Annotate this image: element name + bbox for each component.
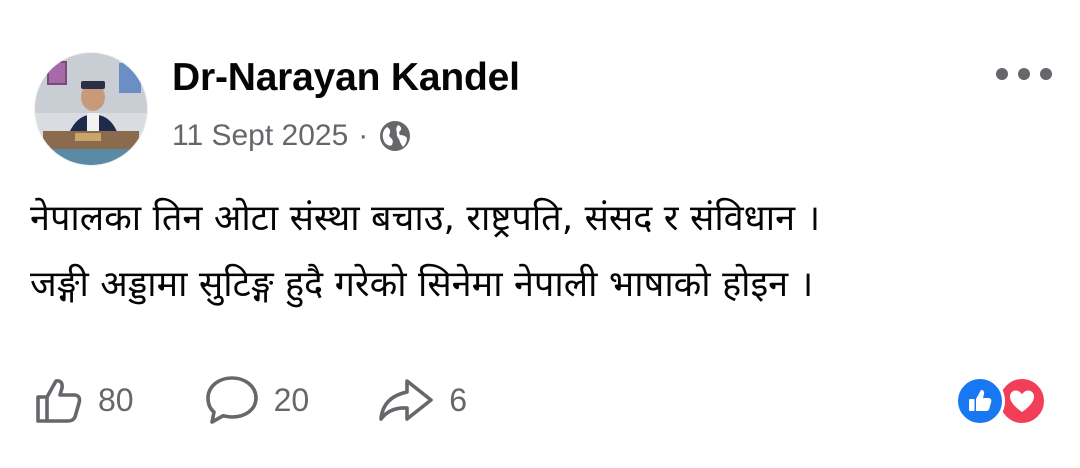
- comment-icon: [205, 376, 258, 424]
- post-body: नेपालका तिन ओटा संस्था बचाउ, राष्ट्रपति,…: [30, 186, 1060, 318]
- like-reaction-icon: [955, 376, 1005, 426]
- more-dot: [996, 68, 1008, 80]
- share-count: 6: [449, 381, 467, 418]
- comment-button[interactable]: 20: [204, 374, 310, 426]
- more-dot: [1040, 68, 1052, 80]
- like-count: 80: [98, 381, 134, 418]
- like-button[interactable]: 80: [34, 375, 134, 425]
- globe-icon[interactable]: [378, 119, 412, 153]
- post-meta: 11 Sept 2025 ·: [172, 116, 412, 156]
- action-bar: 80 20 6: [34, 370, 467, 430]
- reaction-summary[interactable]: [955, 376, 1047, 426]
- meta-separator: ·: [358, 119, 369, 152]
- more-dot: [1018, 68, 1030, 80]
- thumbs-up-icon: [36, 379, 82, 423]
- avatar[interactable]: [35, 53, 147, 165]
- share-button[interactable]: 6: [377, 375, 467, 425]
- post-text-line: नेपालका तिन ओटा संस्था बचाउ, राष्ट्रपति,…: [30, 198, 821, 239]
- comment-count: 20: [273, 381, 310, 418]
- more-options-button[interactable]: [996, 62, 1052, 86]
- profile-photo: [35, 53, 147, 165]
- author-name[interactable]: Dr-Narayan Kandel: [172, 52, 520, 104]
- share-icon: [379, 379, 433, 421]
- post-date[interactable]: 11 Sept 2025: [172, 119, 348, 153]
- post-text-line: जङ्गी अड्डामा सुटिङ्ग हुदै गरेको सिनेमा …: [30, 264, 814, 305]
